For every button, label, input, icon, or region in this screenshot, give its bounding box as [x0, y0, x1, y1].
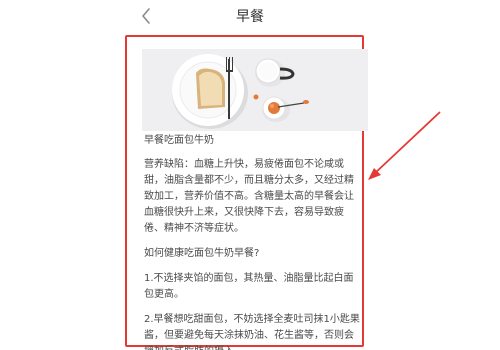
- article-hero-image: [142, 49, 368, 131]
- screen: 早餐 早餐吃面包牛奶 营养缺陷：血糖上升快，易疲倦面包不论咸或甜，油脂含量都不少…: [0, 0, 500, 350]
- article-body: 早餐吃面包牛奶 营养缺陷：血糖上升快，易疲倦面包不论咸或甜，油脂含量都不少，而且…: [144, 133, 362, 350]
- top-nav-bar: 早餐: [0, 0, 500, 34]
- page-title: 早餐: [236, 9, 264, 25]
- chevron-left-icon: [142, 8, 150, 24]
- article-paragraph: 2.早餐想吃甜面包，不妨选择全麦吐司抹1小匙果酱，但要避免每天涂抹奶油、花生酱等…: [144, 314, 360, 350]
- article-paragraph: 如何健康吃面包牛奶早餐?: [144, 248, 260, 259]
- article-paragraph: 1.不选择夹馅的面包，其热量、油脂量比起白面包更高。: [144, 273, 354, 300]
- back-button[interactable]: [136, 5, 158, 27]
- article-paragraph: 营养缺陷：血糖上升快，易疲倦面包不论咸或甜，油脂含量都不少，而且糖分太多，又经过…: [144, 159, 354, 234]
- annotation-arrow: [368, 111, 441, 180]
- article-heading: 早餐吃面包牛奶: [144, 135, 214, 146]
